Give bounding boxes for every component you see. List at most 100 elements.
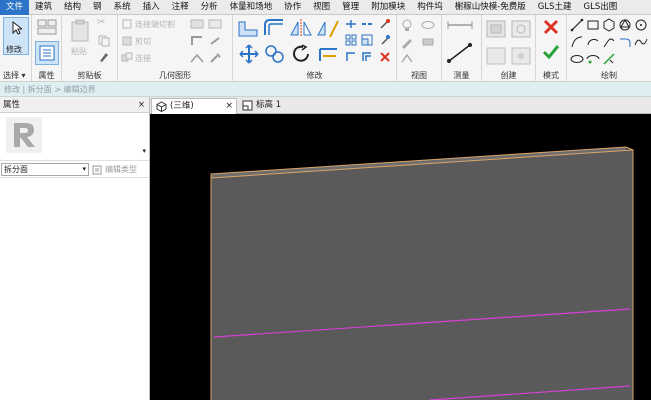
cut-geometry-button[interactable]: 剪切 xyxy=(135,36,151,47)
menu-gls-drawing[interactable]: GLS出图 xyxy=(578,0,624,15)
menu-collaborate[interactable]: 协作 xyxy=(278,0,307,15)
copy-icon[interactable] xyxy=(98,35,110,47)
close-icon[interactable]: × xyxy=(225,99,233,114)
edit-type-button[interactable]: 编辑类型 xyxy=(105,163,137,176)
arc-start-end-icon[interactable] xyxy=(570,35,584,49)
array-icon[interactable] xyxy=(345,34,357,46)
close-icon[interactable]: × xyxy=(138,97,145,113)
scale-icon[interactable] xyxy=(361,34,373,46)
mirror-axis-icon[interactable] xyxy=(289,18,313,38)
type-selector-dropdown[interactable]: 拆分面 ▾ xyxy=(1,163,89,176)
panel-properties-label: 属性 xyxy=(38,71,55,80)
dimension-icon[interactable] xyxy=(446,41,476,65)
model-canvas[interactable] xyxy=(150,114,651,400)
chevron-down-icon[interactable]: ▾ xyxy=(142,147,146,155)
pencil-icon[interactable] xyxy=(400,35,414,49)
wall-front-face[interactable] xyxy=(210,149,634,400)
menu-massing-site[interactable]: 体量和场地 xyxy=(224,0,279,15)
mirror-draw-icon[interactable] xyxy=(316,18,340,38)
menu-structure[interactable]: 结构 xyxy=(58,0,87,15)
menu-addins[interactable]: 附加模块 xyxy=(365,0,411,15)
menu-analyze[interactable]: 分析 xyxy=(195,0,224,15)
tab-level-1-label: 标高 1 xyxy=(256,100,282,110)
create-similar-icon[interactable] xyxy=(485,45,509,67)
menu-view[interactable]: 视图 xyxy=(307,0,336,15)
split-face-icon[interactable] xyxy=(190,18,204,30)
tab-3d-view[interactable]: (三维) × xyxy=(151,98,237,114)
polygon-inscribed-icon[interactable] xyxy=(602,18,616,32)
arc-tangent-icon[interactable] xyxy=(602,35,616,49)
trim-extend-icon[interactable] xyxy=(317,44,339,64)
demolish-icon[interactable] xyxy=(208,35,222,47)
split-gap-icon[interactable] xyxy=(361,18,373,30)
panel-measure-label: 测量 xyxy=(453,71,470,80)
create-group-icon[interactable] xyxy=(510,17,534,41)
create-part-icon[interactable] xyxy=(485,17,509,41)
cancel-edit-icon[interactable] xyxy=(543,19,559,35)
cut-icon[interactable]: ✂ xyxy=(97,17,105,28)
trim-multiple-icon[interactable] xyxy=(361,51,373,63)
unpin-icon[interactable] xyxy=(379,18,391,30)
menu-gls-civil[interactable]: GLS土建 xyxy=(532,0,578,15)
cope-button[interactable]: 连接端切割 xyxy=(135,19,175,30)
move-icon[interactable] xyxy=(239,44,259,64)
menu-systems[interactable]: 系统 xyxy=(108,0,137,15)
ribbon: 修改 选择 ▾ 属性 粘贴 ✂ 剪贴板 连接端切割 剪切 连接 几何图形 修改 … xyxy=(0,15,651,82)
linework-icon[interactable] xyxy=(421,35,435,49)
copy-modify-icon[interactable] xyxy=(264,44,286,64)
partial-ellipse-icon[interactable] xyxy=(586,52,600,66)
join-icon[interactable] xyxy=(121,52,133,64)
chevron-down-icon: ▾ xyxy=(82,165,86,173)
wrench-icon[interactable] xyxy=(208,52,222,64)
menu-component-dock[interactable]: 构件坞 xyxy=(411,0,449,15)
menu-insert[interactable]: 插入 xyxy=(137,0,166,15)
join-button[interactable]: 连接 xyxy=(135,53,151,64)
finish-edit-icon[interactable] xyxy=(542,44,560,60)
menu-quickmodel[interactable]: 榭稼山快模-免费版 xyxy=(449,0,532,15)
3d-viewport[interactable] xyxy=(150,114,651,400)
menu-steel[interactable]: 钢 xyxy=(87,0,108,15)
fillet-arc-icon[interactable] xyxy=(618,35,632,49)
offset-icon[interactable] xyxy=(262,18,286,38)
edit-type-icon[interactable] xyxy=(92,165,102,175)
trim-single-icon[interactable] xyxy=(345,51,357,63)
align-icon[interactable] xyxy=(237,18,259,38)
paste-button[interactable]: 粘贴 xyxy=(71,46,87,57)
type-selector-preview[interactable]: ▾ xyxy=(0,113,149,161)
wall-joins-icon[interactable] xyxy=(190,35,204,47)
create-assembly-icon[interactable] xyxy=(510,45,534,67)
polygon-circumscribed-icon[interactable] xyxy=(618,18,632,32)
type-properties-icon[interactable] xyxy=(36,18,58,36)
rotate-icon[interactable] xyxy=(291,44,313,64)
pin-icon[interactable] xyxy=(379,34,391,46)
measure-distance-icon[interactable] xyxy=(446,18,476,32)
modify-button[interactable]: 修改 xyxy=(3,17,29,55)
menu-file[interactable]: 文件 xyxy=(0,0,30,15)
line-icon[interactable] xyxy=(570,18,584,32)
paste-icon[interactable] xyxy=(70,19,90,43)
revit-logo-icon xyxy=(6,117,42,153)
menu-manage[interactable]: 管理 xyxy=(336,0,365,15)
pick-lines-icon[interactable] xyxy=(602,52,616,66)
hide-icon[interactable] xyxy=(421,18,435,32)
spline-icon[interactable] xyxy=(634,35,648,49)
tab-level-1[interactable]: 标高 1 xyxy=(238,98,308,114)
panel-measure: 测量 xyxy=(442,15,482,82)
match-properties-icon[interactable] xyxy=(98,51,110,63)
menu-architecture[interactable]: 建筑 xyxy=(29,0,58,15)
arc-center-icon[interactable] xyxy=(586,35,600,49)
delete-icon[interactable] xyxy=(379,51,391,63)
rectangle-icon[interactable] xyxy=(586,18,600,32)
graphics-icon[interactable] xyxy=(400,52,414,66)
ellipse-icon[interactable] xyxy=(570,52,584,66)
paint-icon[interactable] xyxy=(208,18,222,30)
bulb-icon[interactable] xyxy=(400,18,414,32)
cope-icon[interactable] xyxy=(121,18,133,30)
circle-icon[interactable] xyxy=(634,18,648,32)
cut-geometry-icon[interactable] xyxy=(121,35,133,47)
panel-select-label[interactable]: 选择 ▾ xyxy=(0,70,31,81)
menu-annotate[interactable]: 注释 xyxy=(166,0,195,15)
split-element-icon[interactable] xyxy=(345,18,357,30)
properties-button[interactable] xyxy=(35,41,59,65)
join-roof-icon[interactable] xyxy=(190,52,204,64)
